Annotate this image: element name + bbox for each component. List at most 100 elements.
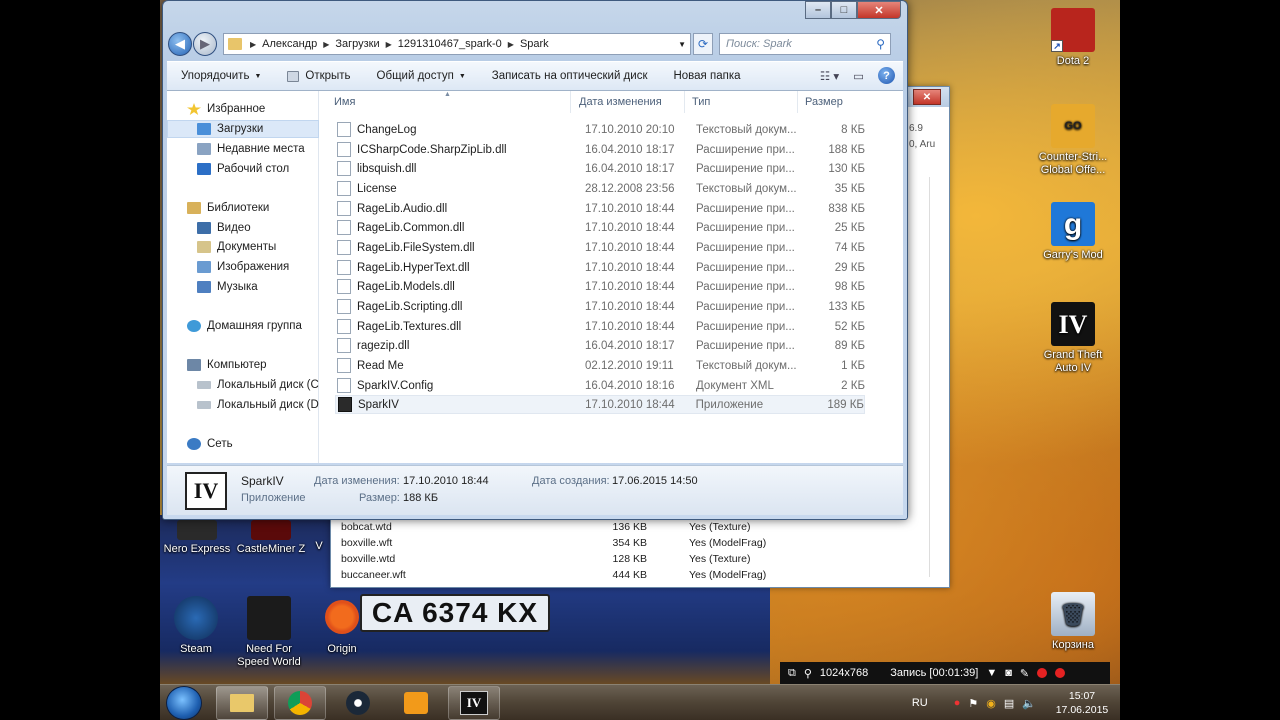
column-header-type[interactable]: Тип [692, 96, 710, 108]
flag-icon[interactable]: ⚑ [968, 697, 978, 710]
desktop-icon-partial[interactable]: V [308, 540, 330, 553]
taskbar-sparkiv[interactable]: IV [448, 686, 500, 720]
steam-icon [346, 691, 370, 715]
sparkiv-close-button[interactable]: ✕ [913, 89, 941, 105]
column-separator[interactable] [684, 91, 685, 113]
file-row[interactable]: ChangeLog 17.10.2010 20:10 Текстовый докум… [335, 120, 865, 139]
network-tray-icon[interactable]: ▤ [1004, 697, 1014, 710]
desktop-icon-castleminer[interactable]: CastleMiner Z [234, 520, 308, 556]
help-icon[interactable]: ? [878, 67, 895, 84]
minimize-button[interactable]: – [805, 1, 831, 19]
address-bar[interactable]: ▶ Александр ▶ Загрузки ▶ 1291310467_spar… [223, 33, 691, 55]
record-tray-icon[interactable]: ● [954, 697, 961, 709]
file-row[interactable]: RageLib.HyperText.dll 17.10.2010 18:44 Рас… [335, 258, 865, 277]
file-row[interactable]: License 28.12.2008 23:56 Текстовый докум..… [335, 179, 865, 198]
taskbar-chrome[interactable] [274, 686, 326, 720]
nav-video[interactable]: Видео [167, 219, 319, 237]
refresh-button[interactable]: ⟳ [693, 33, 713, 55]
desktop-icon-gta4[interactable]: IV Grand Theft Auto IV [1038, 302, 1108, 375]
search-input[interactable]: Поиск: Spark ⚲ [719, 33, 891, 55]
sparkiv-row[interactable]: buccaneer.wft 444 KB Yes (ModelFrag) [341, 569, 847, 581]
preview-pane-icon[interactable]: ▭ [853, 69, 864, 83]
nav-music[interactable]: Музыка [167, 278, 319, 296]
clock[interactable]: 15:07 17.06.2015 [1044, 689, 1120, 717]
breadcrumb-item[interactable]: Александр [258, 38, 321, 50]
file-row[interactable]: RageLib.Textures.dll 17.10.2010 18:44 Расш… [335, 317, 865, 336]
file-row[interactable]: ragezip.dll 16.04.2010 18:17 Расширение пр… [335, 336, 865, 355]
chevron-down-icon: ▼ [458, 72, 466, 80]
desktop-icon-csgo[interactable]: GO Counter-Stri... Global Offe... [1038, 104, 1108, 177]
column-header-size[interactable]: Размер [805, 96, 843, 108]
taskbar-explorer[interactable] [216, 686, 268, 720]
forward-button[interactable]: ▶ [193, 32, 217, 56]
search-icon[interactable]: ⚲ [876, 37, 885, 51]
open-button[interactable]: Открыть [287, 70, 351, 82]
record-icon[interactable] [1055, 668, 1066, 678]
nav-recent-places[interactable]: Недавние места [167, 140, 319, 158]
organize-button[interactable]: Упорядочить ▼ [181, 70, 261, 82]
desktop-icon-recycle-bin[interactable]: 🗑 Корзина [1038, 592, 1108, 652]
file-row[interactable]: libsquish.dll 16.04.2010 18:17 Расширение … [335, 159, 865, 178]
nav-desktop[interactable]: Рабочий стол [167, 160, 319, 178]
file-row[interactable]: RageLib.Scripting.dll 17.10.2010 18:44 Рас… [335, 297, 865, 316]
column-separator[interactable] [570, 91, 571, 113]
file-row[interactable]: RageLib.FileSystem.dll 17.10.2010 18:44 Ра… [335, 238, 865, 257]
breadcrumb-item[interactable]: Загрузки [331, 38, 383, 50]
camera-icon[interactable]: ◙ [1005, 667, 1012, 679]
file-row[interactable]: Read Me 02.12.2010 19:11 Текстовый докум..… [335, 356, 865, 375]
sparkiv-scrollbar[interactable] [929, 177, 943, 577]
desktop-icon-dota[interactable]: ↗ Dota 2 [1038, 8, 1108, 68]
recorder-resolution[interactable]: 1024x768 [820, 667, 868, 679]
burn-button[interactable]: Записать на оптический диск [492, 70, 648, 82]
desktop-icon-nero[interactable]: Nero Express [160, 520, 234, 556]
file-row[interactable]: RageLib.Audio.dll 17.10.2010 18:44 Расшире… [335, 199, 865, 218]
file-row[interactable]: RageLib.Common.dll 17.10.2010 18:44 Расшир… [335, 218, 865, 237]
volume-icon[interactable]: 🔈 [1022, 697, 1036, 710]
sparkiv-row[interactable]: boxville.wft 354 KB Yes (ModelFrag) [341, 537, 847, 549]
breadcrumb-item[interactable]: 1291310467_spark-0 [394, 38, 506, 50]
sparkiv-row[interactable]: bobcat.wtd 136 KB Yes (Texture) [341, 521, 847, 533]
nav-computer[interactable]: Компьютер [167, 356, 319, 374]
new-folder-button[interactable]: Новая папка [673, 70, 740, 82]
column-separator[interactable] [797, 91, 798, 113]
share-button[interactable]: Общий доступ ▼ [377, 70, 466, 82]
nav-favorites[interactable]: Избранное [167, 100, 319, 118]
nav-downloads[interactable]: Загрузки [167, 120, 319, 138]
screen-recorder-bar[interactable]: ⧉ ⚲ 1024x768 Запись [00:01:39] ▼ ◙ ✎ [780, 662, 1110, 684]
breadcrumb-item[interactable]: Spark [516, 38, 553, 50]
column-header-name[interactable]: Имя [334, 96, 355, 108]
recorder-zoom-icon[interactable]: ⚲ [804, 667, 812, 680]
nav-documents[interactable]: Документы [167, 238, 319, 256]
desktop-icon-origin[interactable]: Origin [307, 596, 377, 656]
pen-icon[interactable]: ✎ [1020, 667, 1029, 680]
sparkiv-row[interactable]: boxville.wtd 128 KB Yes (Texture) [341, 553, 847, 565]
nav-images[interactable]: Изображения [167, 258, 319, 276]
file-row[interactable]: RageLib.Models.dll 17.10.2010 18:44 Расшир… [335, 277, 865, 296]
taskbar-media-player[interactable] [390, 686, 442, 720]
nav-disk-d[interactable]: Локальный диск (D [167, 396, 319, 414]
file-row-selected[interactable]: SparkIV 17.10.2010 18:44 Приложение 189 КБ [335, 395, 865, 414]
view-options-icon[interactable]: ☷ ▾ [820, 69, 839, 83]
address-dropdown-icon[interactable]: ▼ [674, 40, 690, 49]
explorer-window[interactable]: – □ ✕ ◀ ▶ ▶ Александр ▶ Загрузки ▶ 12913… [162, 0, 908, 520]
desktop-icon-gmod[interactable]: g Garry's Mod [1038, 202, 1108, 262]
nav-homegroup[interactable]: Домашняя группа [167, 317, 319, 335]
desktop-icon-steam[interactable]: Steam [161, 596, 231, 656]
file-row[interactable]: SparkIV.Config 16.04.2010 18:16 Документ X… [335, 376, 865, 395]
back-button[interactable]: ◀ [168, 32, 192, 56]
nav-disk-c[interactable]: Локальный диск (C [167, 376, 319, 394]
close-button[interactable]: ✕ [857, 1, 901, 19]
nav-libraries[interactable]: Библиотеки [167, 199, 319, 217]
record-stop-icon[interactable] [1037, 668, 1048, 678]
column-header-date[interactable]: Дата изменения [579, 96, 662, 108]
language-indicator[interactable]: RU [912, 697, 928, 709]
recorder-dropdown-icon[interactable]: ▼ [986, 667, 997, 679]
desktop-icon-nfs-world[interactable]: Need For Speed World [234, 596, 304, 669]
recorder-window-icon[interactable]: ⧉ [788, 667, 796, 680]
taskbar-steam[interactable] [332, 686, 384, 720]
maximize-button[interactable]: □ [831, 1, 857, 19]
file-row[interactable]: ICSharpCode.SharpZipLib.dll 16.04.2010 18… [335, 140, 865, 159]
start-button[interactable] [166, 686, 202, 720]
nav-network[interactable]: Сеть [167, 435, 319, 453]
app-tray-icon[interactable]: ◉ [986, 697, 996, 710]
